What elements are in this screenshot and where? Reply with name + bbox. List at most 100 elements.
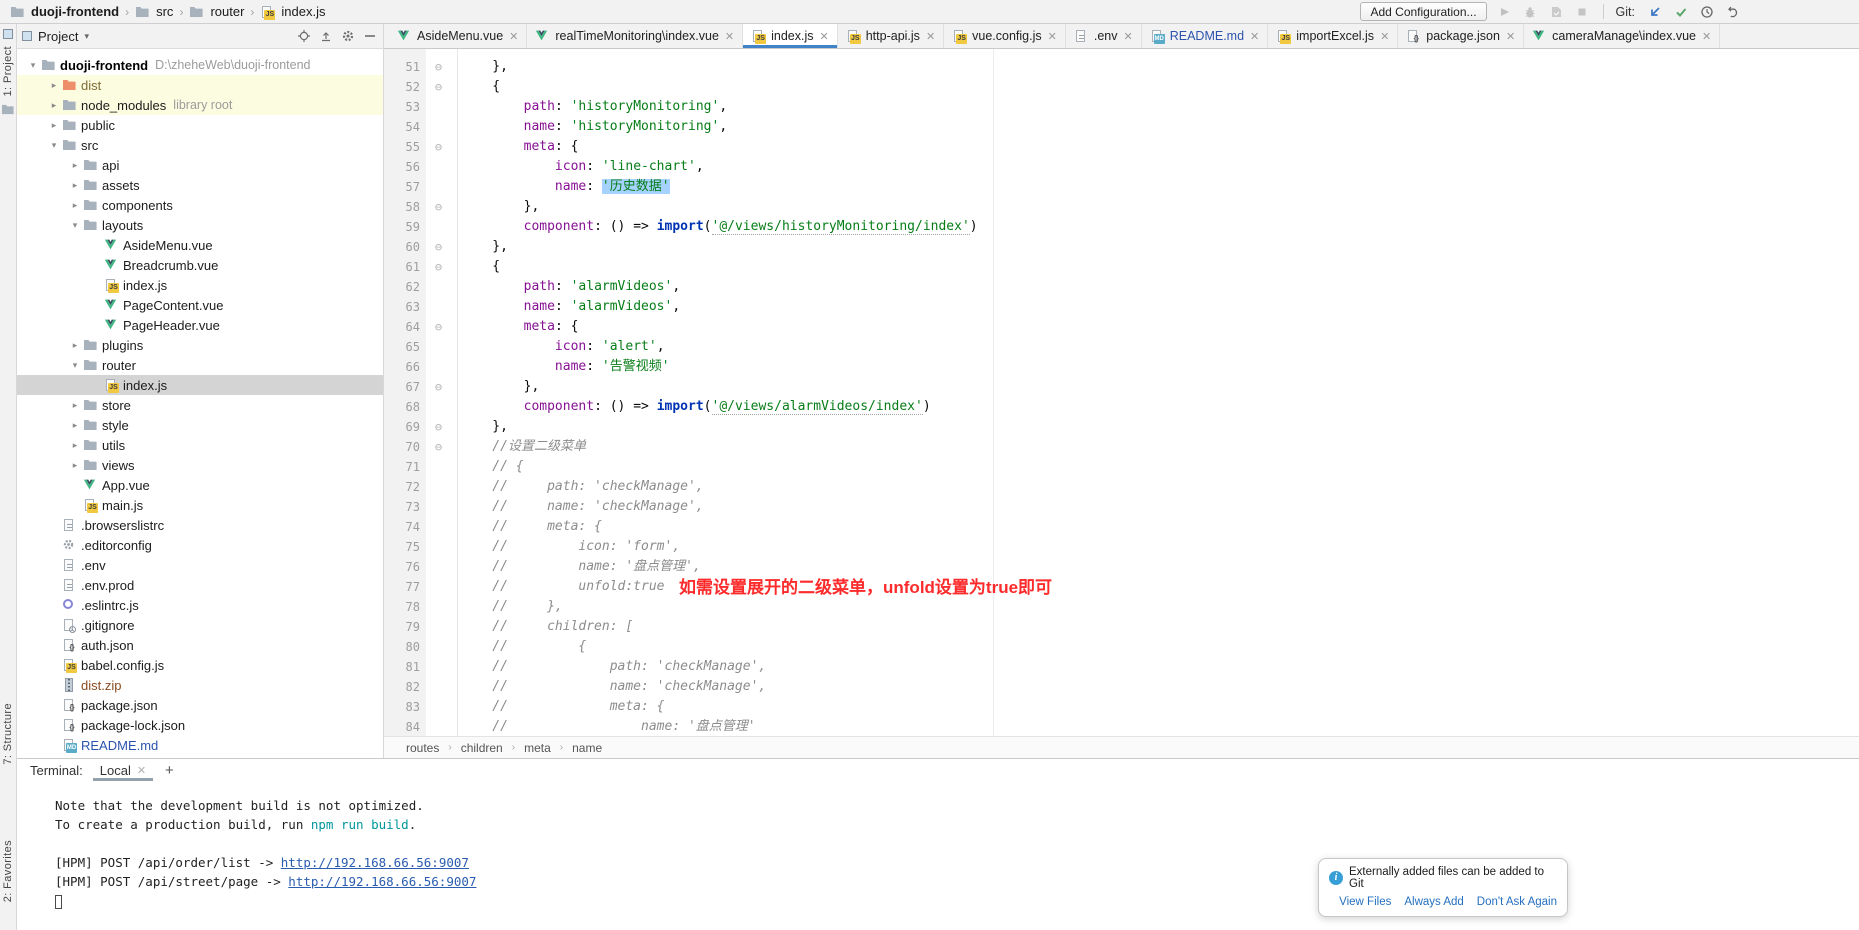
code-line[interactable]: 52⊖ {	[384, 77, 1859, 97]
tree-item[interactable]: ▸api	[17, 155, 383, 175]
debug-icon[interactable]	[1522, 3, 1539, 20]
add-configuration-button[interactable]: Add Configuration...	[1360, 2, 1486, 21]
tree-item[interactable]: PageContent.vue	[17, 295, 383, 315]
fold-marker-icon[interactable]: ⊖	[420, 417, 457, 437]
tree-item[interactable]: JSmain.js	[17, 495, 383, 515]
git-rollback-icon[interactable]	[1724, 3, 1741, 20]
stripe-tab-project[interactable]: 1: Project	[2, 46, 14, 96]
breadcrumb-item[interactable]: duoji-frontend	[31, 4, 119, 19]
notification-action-link[interactable]: View Files	[1339, 896, 1391, 908]
tree-item[interactable]: dist.zip	[17, 675, 383, 695]
chevron-right-icon[interactable]: ▸	[67, 460, 83, 471]
code-line[interactable]: 81 // path: 'checkManage',	[384, 657, 1859, 677]
close-icon[interactable]: ✕	[926, 30, 935, 43]
code-line[interactable]: 80 // {	[384, 637, 1859, 657]
editor-breadcrumb-item[interactable]: children	[461, 741, 503, 755]
chevron-right-icon[interactable]: ▸	[67, 160, 83, 171]
tree-item[interactable]: .gitignore	[17, 615, 383, 635]
code-line[interactable]: 84 // name: '盘点管理'	[384, 717, 1859, 736]
tree-item[interactable]: {}auth.json	[17, 635, 383, 655]
fold-marker-icon[interactable]: ⊖	[420, 437, 457, 457]
editor-tab[interactable]: {}package.json✕	[1398, 24, 1524, 48]
chevron-right-icon[interactable]: ▸	[67, 180, 83, 191]
tree-item[interactable]: {}package.json	[17, 695, 383, 715]
code-line[interactable]: 82 // name: 'checkManage',	[384, 677, 1859, 697]
terminal-tab-local[interactable]: Local ✕	[93, 761, 153, 781]
notification-action-link[interactable]: Don't Ask Again	[1477, 896, 1557, 908]
chevron-right-icon[interactable]: ▸	[67, 200, 83, 211]
tree-item[interactable]: ▸dist	[17, 75, 383, 95]
tree-item[interactable]: ▸public	[17, 115, 383, 135]
code-line[interactable]: 74 // meta: {	[384, 517, 1859, 537]
tree-item[interactable]: Breadcrumb.vue	[17, 255, 383, 275]
chevron-down-icon[interactable]: ▾	[67, 220, 83, 231]
tree-item[interactable]: JSindex.js	[17, 375, 383, 395]
code-line[interactable]: 51⊖ },	[384, 57, 1859, 77]
run-icon[interactable]	[1496, 3, 1513, 20]
close-icon[interactable]: ✕	[1048, 30, 1057, 43]
chevron-right-icon[interactable]: ▸	[46, 120, 62, 131]
code-line[interactable]: 55⊖ meta: {	[384, 137, 1859, 157]
editor-tab[interactable]: realTimeMonitoring\index.vue✕	[527, 24, 743, 48]
terminal-output[interactable]: Note that the development build is not o…	[17, 782, 1859, 930]
tree-item[interactable]: .env	[17, 555, 383, 575]
code-line[interactable]: 65 icon: 'alert',	[384, 337, 1859, 357]
close-icon[interactable]: ✕	[1250, 30, 1259, 43]
tree-item[interactable]: ▾duoji-frontendD:\zheheWeb\duoji-fronten…	[17, 55, 383, 75]
tree-item[interactable]: AsideMenu.vue	[17, 235, 383, 255]
tree-item[interactable]: ▸utils	[17, 435, 383, 455]
settings-gear-icon[interactable]	[340, 28, 356, 44]
close-icon[interactable]: ✕	[1702, 30, 1711, 43]
close-icon[interactable]: ✕	[1380, 30, 1389, 43]
editor-tab[interactable]: cameraManage\index.vue✕	[1524, 24, 1720, 48]
git-history-icon[interactable]	[1698, 3, 1715, 20]
stop-icon[interactable]	[1574, 3, 1591, 20]
tree-item[interactable]: ▸node_moduleslibrary root	[17, 95, 383, 115]
fold-marker-icon[interactable]: ⊖	[420, 237, 457, 257]
breadcrumb-item[interactable]: index.js	[281, 4, 325, 19]
tree-item[interactable]: ▾router	[17, 355, 383, 375]
code-line[interactable]: 60⊖ },	[384, 237, 1859, 257]
tree-item[interactable]: .env.prod	[17, 575, 383, 595]
chevron-down-icon[interactable]: ▾	[46, 140, 62, 151]
code-line[interactable]: 68 component: () => import('@/views/alar…	[384, 397, 1859, 417]
close-icon[interactable]: ✕	[1506, 30, 1515, 43]
editor-breadcrumb-item[interactable]: name	[572, 741, 602, 755]
editor-breadcrumb-item[interactable]: routes	[406, 741, 439, 755]
git-update-icon[interactable]	[1646, 3, 1663, 20]
stripe-tab-favorites[interactable]: 2: Favorites	[2, 840, 14, 902]
code-line[interactable]: 54 name: 'historyMonitoring',	[384, 117, 1859, 137]
code-line[interactable]: 53 path: 'historyMonitoring',	[384, 97, 1859, 117]
code-line[interactable]: 78 // },	[384, 597, 1859, 617]
fold-marker-icon[interactable]: ⊖	[420, 137, 457, 157]
locate-file-icon[interactable]	[296, 28, 312, 44]
editor-tab[interactable]: JSimportExcel.js✕	[1268, 24, 1398, 48]
code-editor[interactable]: 51⊖ },52⊖ {53 path: 'historyMonitoring',…	[384, 49, 1859, 736]
terminal-link[interactable]: http://192.168.66.56:9007	[281, 855, 469, 870]
fold-marker-icon[interactable]: ⊖	[420, 197, 457, 217]
editor-tab[interactable]: JShttp-api.js✕	[838, 24, 944, 48]
tree-item[interactable]: .editorconfig	[17, 535, 383, 555]
breadcrumb-item[interactable]: router	[210, 4, 244, 19]
editor-tab[interactable]: .env✕	[1066, 24, 1142, 48]
tree-item[interactable]: .browserslistrc	[17, 515, 383, 535]
terminal-link[interactable]: http://192.168.66.56:9007	[288, 874, 476, 889]
code-line[interactable]: 58⊖ },	[384, 197, 1859, 217]
code-line[interactable]: 57 name: '历史数据'	[384, 177, 1859, 197]
fold-marker-icon[interactable]: ⊖	[420, 317, 457, 337]
code-line[interactable]: 83 // meta: {	[384, 697, 1859, 717]
editor-breadcrumb-item[interactable]: meta	[524, 741, 551, 755]
fold-marker-icon[interactable]: ⊖	[420, 377, 457, 397]
code-line[interactable]: 75 // icon: 'form',	[384, 537, 1859, 557]
code-line[interactable]: 73 // name: 'checkManage',	[384, 497, 1859, 517]
tree-item[interactable]: .eslintrc.js	[17, 595, 383, 615]
stripe-tab-structure[interactable]: 7: Structure	[2, 703, 14, 765]
chevron-right-icon[interactable]: ▸	[67, 440, 83, 451]
close-icon[interactable]: ✕	[725, 30, 734, 43]
chevron-right-icon[interactable]: ▸	[46, 100, 62, 111]
fold-marker-icon[interactable]: ⊖	[420, 77, 457, 97]
tree-item[interactable]: ▸plugins	[17, 335, 383, 355]
code-line[interactable]: 64⊖ meta: {	[384, 317, 1859, 337]
code-line[interactable]: 56 icon: 'line-chart',	[384, 157, 1859, 177]
code-line[interactable]: 69⊖ },	[384, 417, 1859, 437]
